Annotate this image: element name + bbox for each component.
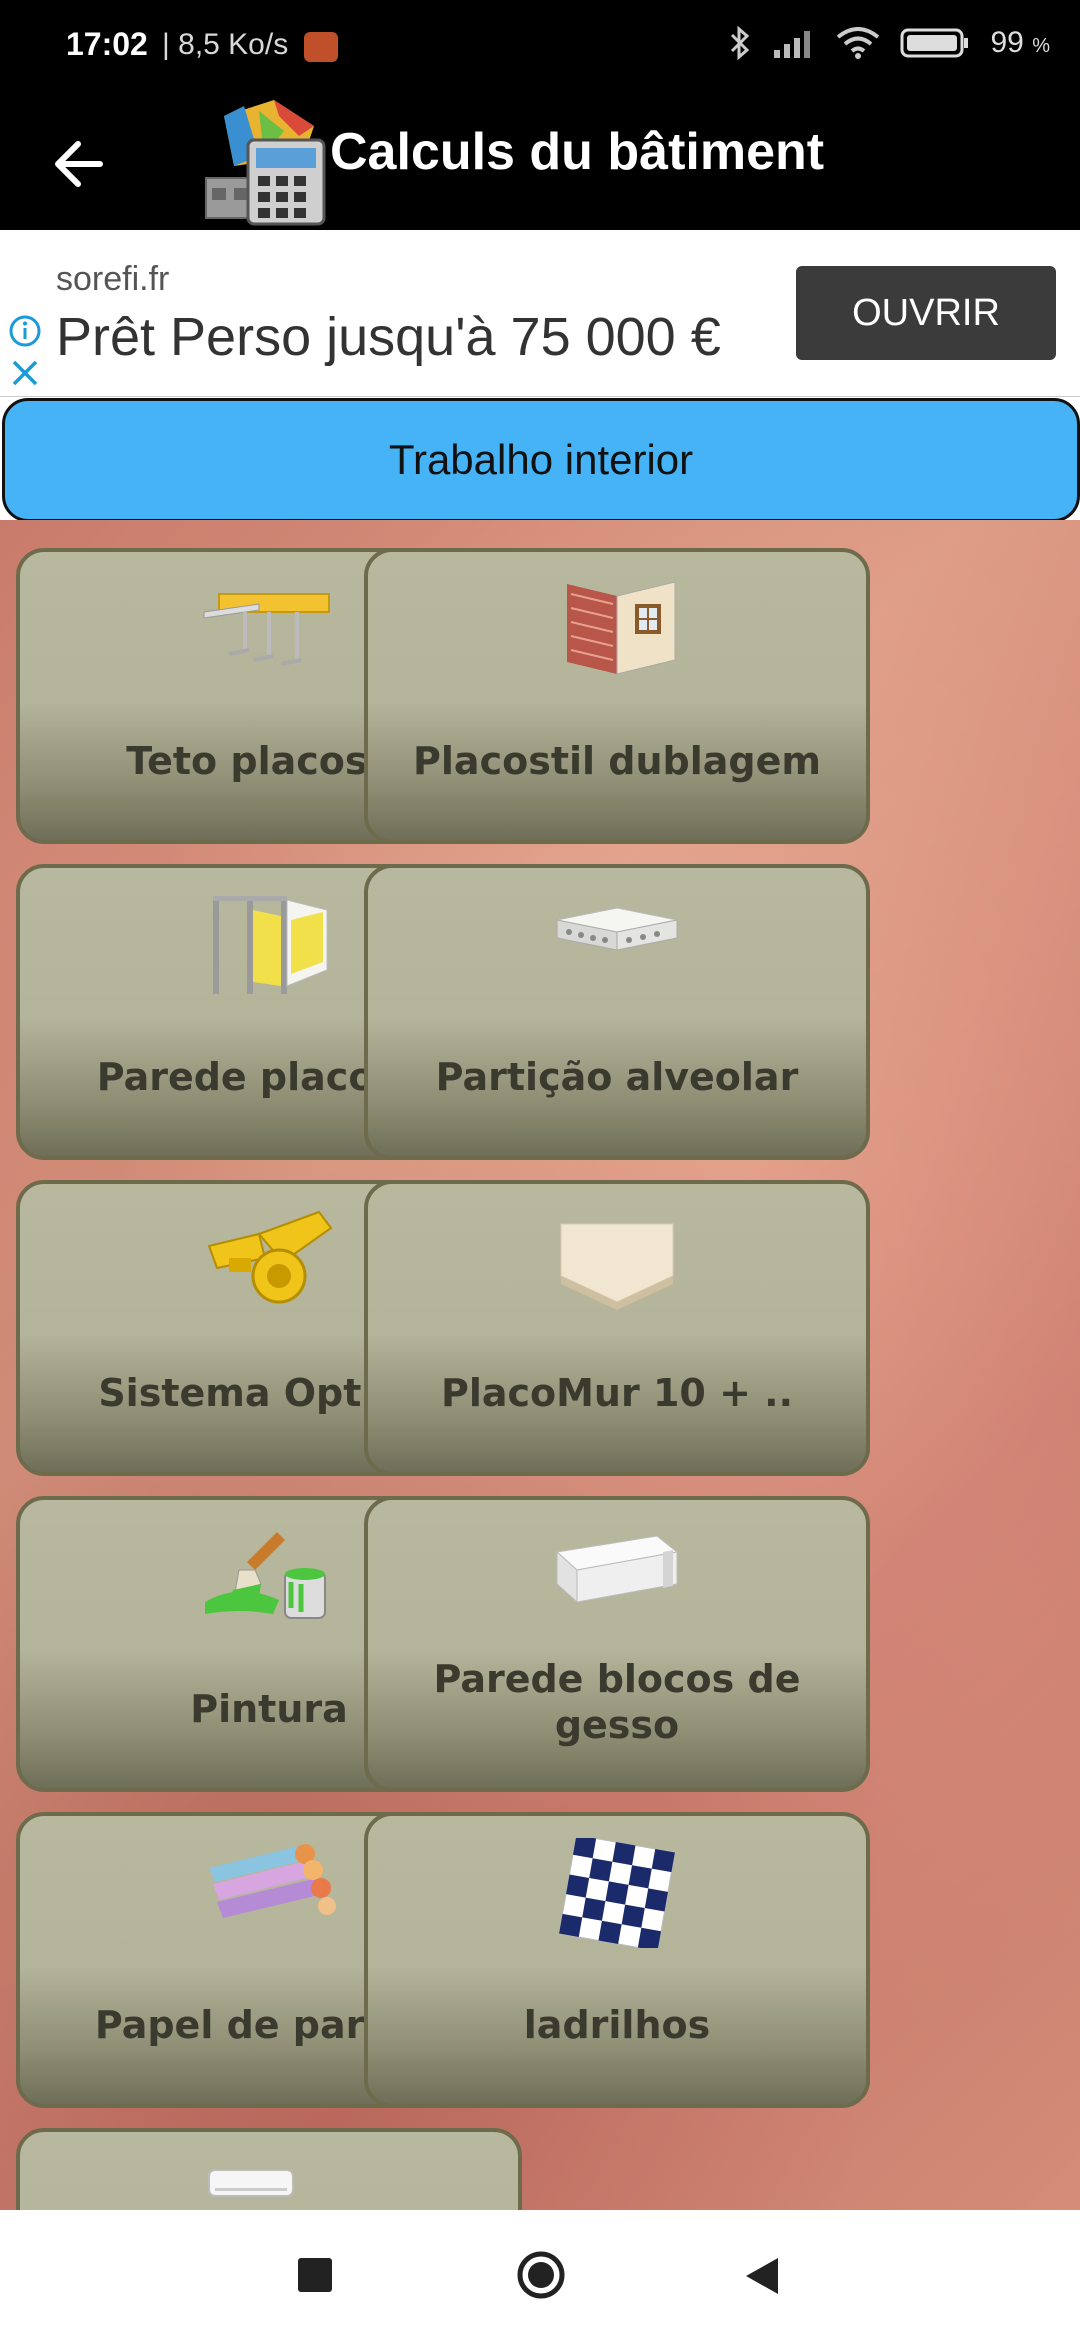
ad-open-button[interactable]: OUVRIR: [796, 266, 1056, 360]
tile-label: Parede blocos de gesso: [378, 1656, 856, 1748]
tile-label: Placostil dublagem: [413, 739, 821, 783]
wall-lining-icon: [567, 581, 676, 675]
app-title: Calculs du bâtiment: [330, 123, 825, 181]
recent-apps-icon[interactable]: [298, 2258, 332, 2292]
tile-parede-blocos-gesso[interactable]: Parede blocos de gesso: [364, 1496, 870, 1792]
bluetooth-icon: [731, 26, 750, 60]
paint-brush-icon: [205, 1532, 326, 1619]
battery-icon: [900, 28, 969, 58]
signal-icon: [774, 31, 811, 58]
tile-label-line-2: gesso: [554, 1703, 680, 1747]
tile-placostil-dublagem[interactable]: Placostil dublagem: [364, 548, 870, 844]
tile-placomur[interactable]: PlacoMur 10 + ..: [364, 1180, 870, 1476]
honeycomb-panel-icon: [556, 907, 678, 951]
tile-label-line-1: Parede blocos de: [433, 1657, 801, 1701]
app-logo-icon: [205, 100, 326, 226]
wallpaper-roll-icon: [209, 1844, 336, 1918]
status-time: 17:02: [66, 26, 148, 62]
ad-headline[interactable]: Prêt Perso jusqu'à 75 000 €: [56, 306, 721, 368]
tile-air-conditioner[interactable]: [16, 2128, 522, 2210]
tiles-icon: [558, 1838, 676, 1948]
battery-level: 99 %: [990, 26, 1050, 59]
app-bar: Calculs du bâtiment: [0, 96, 1080, 230]
navigation-bar: [0, 2210, 1080, 2340]
status-icons: 99 %: [728, 26, 1050, 60]
ad-domain: sorefi.fr: [56, 260, 170, 298]
partition-wall-icon: [213, 896, 328, 994]
home-icon[interactable]: [516, 2250, 566, 2300]
wifi-icon: [837, 27, 880, 59]
ad-banner[interactable]: sorefi.fr Prêt Perso jusqu'à 75 000 € OU…: [0, 230, 1080, 397]
section-header[interactable]: Trabalho interior: [2, 398, 1080, 522]
tile-label: PlacoMur 10 + ..: [440, 1371, 794, 1415]
status-network-speed: | 8,5 Ko/s: [162, 28, 289, 61]
ceiling-rail-icon: [203, 593, 330, 666]
tile-label: ladrilhos: [523, 2003, 711, 2047]
arrow-left-icon[interactable]: [40, 124, 120, 204]
air-conditioner-icon: [208, 2169, 294, 2197]
tile-label: Partição alveolar: [435, 1055, 799, 1099]
plaster-block-icon: [555, 1535, 679, 1604]
optima-clip-icon: [207, 1210, 333, 1304]
notification-app-icon: [304, 32, 338, 62]
status-bar: 17:02 | 8,5 Ko/s 99 %: [0, 0, 1080, 96]
back-icon[interactable]: [742, 2254, 782, 2298]
tiles-grid: Teto placostil Placostil dublagem Parede…: [0, 520, 1080, 2210]
ad-close-icon[interactable]: [8, 356, 42, 390]
tile-particao-alveolar[interactable]: Partição alveolar: [364, 864, 870, 1160]
insulated-board-icon: [560, 1223, 674, 1310]
ad-info-icon[interactable]: [8, 314, 42, 348]
tile-ladrilhos[interactable]: ladrilhos: [364, 1812, 870, 2108]
